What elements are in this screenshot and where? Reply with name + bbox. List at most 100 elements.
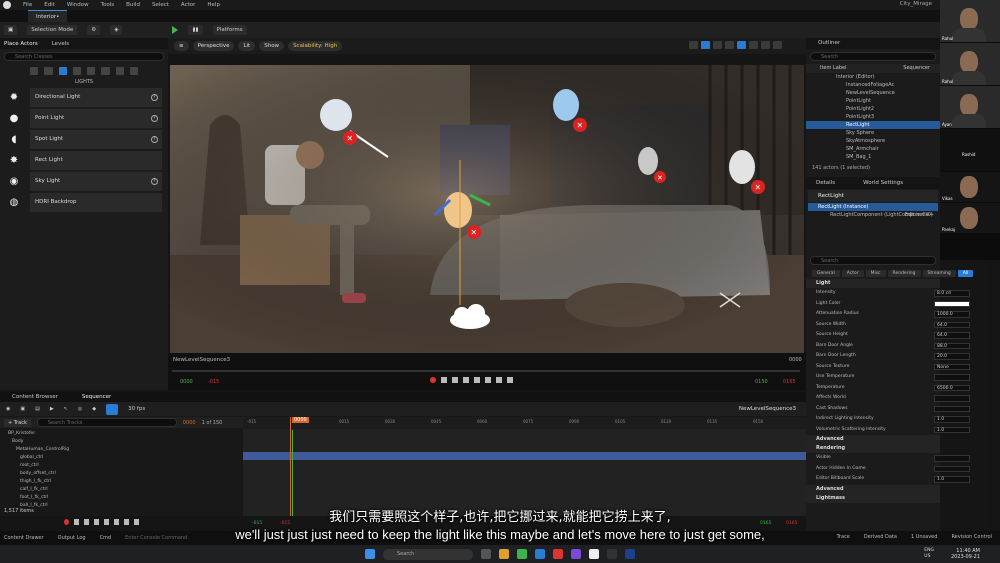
track-row[interactable]: Body [0,438,243,446]
track-row[interactable]: calf_l_fk_ctrl [0,486,243,494]
layout-icon[interactable] [773,41,782,49]
translate-tool-icon[interactable] [701,41,710,49]
tab-outliner[interactable]: Outliner [806,38,940,49]
edge-icon[interactable] [535,549,545,559]
epic-icon[interactable] [607,549,617,559]
menu-edit[interactable]: Edit [44,2,55,8]
advanced-section-2[interactable]: Advanced [806,484,940,494]
light-section[interactable]: Light [806,279,940,288]
grid-snap-icon[interactable] [737,41,746,49]
app-icon[interactable] [553,549,563,559]
volumes-icon[interactable] [115,67,124,75]
task-view-icon[interactable] [481,549,491,559]
property-value-field[interactable]: 64.0 [934,321,970,328]
language-indicator[interactable]: ENG US [924,548,934,560]
world-icon[interactable]: ◉ [6,406,10,412]
cursor-icon[interactable]: ↖ [64,406,68,412]
show-button[interactable]: Show [259,41,285,51]
visual-effects-icon[interactable] [101,67,110,75]
step-back-icon[interactable] [452,377,458,383]
all-classes-icon[interactable] [129,67,138,75]
platforms-dropdown[interactable]: Platforms [212,25,247,35]
filter-rendering[interactable]: Rendering [887,270,921,277]
tab-levels[interactable]: Levels [52,41,69,47]
track-row[interactable]: body_offset_ctrl [0,470,243,478]
taskbar-search[interactable]: Search [383,548,473,560]
teams-icon[interactable] [571,549,581,559]
property-value-field[interactable] [934,405,970,412]
camera-speed-icon[interactable] [761,41,770,49]
outliner-row[interactable]: PointLight3 [806,113,940,121]
video-tile[interactable]: Vikas [940,172,1000,202]
current-frame[interactable]: 0000 [183,420,196,426]
actor-name-field[interactable]: RectLight [808,190,938,202]
property-value-field[interactable] [934,465,970,472]
select-tool-icon[interactable] [689,41,698,49]
record-icon[interactable] [430,377,436,383]
actor-point-light[interactable]: ● Point Light? [6,109,162,128]
lit-button[interactable]: Lit [238,41,256,51]
track-row[interactable]: MetaHuman_ControlRig [0,446,243,454]
unreal-logo-icon[interactable] [3,1,11,9]
property-value-field[interactable] [934,455,970,462]
visibility-icon[interactable]: ◎ [78,406,82,412]
rotation-snap-icon[interactable] [749,41,758,49]
lights-icon[interactable] [58,67,67,75]
jump-end-icon[interactable] [124,519,129,525]
shapes-icon[interactable] [72,67,81,75]
tab-content-browser[interactable]: Content Browser [12,392,58,402]
video-tile[interactable]: Rashid [940,129,1000,171]
rotate-tool-icon[interactable] [713,41,722,49]
property-value-field[interactable]: 20.0 [934,353,970,360]
play-icon[interactable] [104,519,109,525]
step-back-icon[interactable] [84,519,89,525]
tab-details[interactable]: Details [816,177,835,189]
timeline-area[interactable] [243,417,806,516]
playhead[interactable] [290,417,291,517]
track-row[interactable]: ball_l_fk_ctrl [0,502,243,510]
photoshop-icon[interactable] [625,549,635,559]
details-search-input[interactable]: Search [810,256,936,265]
scalability-button[interactable]: Scalability: High [288,41,343,51]
track-row[interactable]: BP_Kristofer [0,430,243,438]
tab-world-settings[interactable]: World Settings [863,177,903,189]
video-tile[interactable]: Pankaj [940,203,1000,233]
actor-hdri-backdrop[interactable]: ◍ HDRI Backdrop [6,193,162,212]
property-value-field[interactable]: None [934,363,970,370]
timeline-ruler[interactable]: -015 0000 0015 0030 0045 0060 0075 0090 0105 0120… [243,417,806,429]
instance-row[interactable]: RectLight (Instance) [808,203,938,211]
jump-end-icon[interactable] [496,377,502,383]
track-row[interactable]: thigh_l_fk_ctrl [0,478,243,486]
property-value-field[interactable]: 8.0 cd [934,290,970,297]
outliner-search-input[interactable]: Search [810,52,936,61]
property-value-field[interactable] [934,374,970,381]
video-tile[interactable]: Rahul [940,43,1000,85]
outliner-row[interactable]: SM_Armchair [806,145,940,153]
property-value-field[interactable]: 1.0 [934,416,970,423]
track-row[interactable]: global_ctrl [0,454,243,462]
tab-place-actors[interactable]: Place Actors [4,41,38,47]
outliner-row[interactable]: InstancedFoliageAc [806,81,940,89]
play-reverse-icon[interactable] [94,519,99,525]
outliner-row[interactable]: Interior (Editor) [806,73,940,81]
save-button[interactable]: ▣ [4,25,18,35]
property-value-field[interactable]: 1000.0 [934,311,970,318]
play-reverse-icon[interactable] [463,377,469,383]
trace-button[interactable]: Trace [837,534,850,540]
filter-misc[interactable]: Misc [865,270,886,277]
menu-build[interactable]: Build [126,2,140,8]
property-value-field[interactable]: 88.0 [934,342,970,349]
actor-directional-light[interactable]: ✹ Directional Light? [6,88,162,107]
chrome-icon[interactable] [517,549,527,559]
render-icon[interactable]: ▶ [50,406,54,412]
help-icon[interactable]: ? [151,136,158,143]
item-label-header[interactable]: Item Label [820,64,846,73]
content-drawer-button[interactable]: Content Drawer [4,535,44,541]
outliner-row[interactable]: Sky Sphere [806,129,940,137]
tab-sequencer[interactable]: Sequencer [82,392,111,402]
step-forward-icon[interactable] [114,519,119,525]
filter-all[interactable]: All [957,270,974,277]
filter-general[interactable]: General [812,270,840,277]
revision-control-button[interactable]: Revision Control [951,534,992,540]
menu-window[interactable]: Window [67,2,89,8]
